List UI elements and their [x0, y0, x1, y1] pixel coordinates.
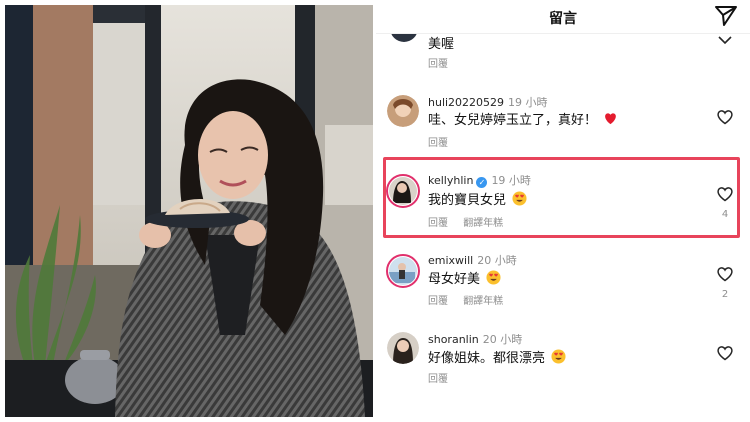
comment-text: 好像姐妹。都很漂亮 [428, 351, 546, 366]
heart-icon[interactable] [716, 345, 734, 361]
comments-panel: 留言 美喔 回覆 huli20220529 19 小時 哇、女兒婷婷玉立了，真好… [376, 0, 750, 422]
comment-username[interactable]: shoranlin [428, 333, 479, 346]
page-title: 留言 [549, 11, 577, 27]
heart-eyes-emoji [512, 191, 527, 206]
reply-button[interactable]: 回覆 [428, 296, 448, 307]
avatar[interactable] [387, 332, 419, 364]
comment-text: 我的寶貝女兒 [428, 193, 507, 208]
reply-button[interactable]: 回覆 [428, 374, 448, 385]
avatar[interactable] [386, 174, 420, 208]
reply-button[interactable]: 回覆 [428, 59, 448, 70]
chevron-down-icon[interactable] [716, 32, 734, 48]
reply-button[interactable]: 回覆 [428, 218, 448, 229]
comment-time: 19 小時 [508, 96, 548, 109]
comment-time: 20 小時 [477, 254, 517, 267]
comment-text: 哇、女兒婷婷玉立了，真好！ [428, 113, 598, 128]
comment-time: 19 小時 [491, 174, 531, 187]
comment-username[interactable]: kellyhlin [428, 174, 473, 187]
post-photo [5, 5, 373, 417]
comments-header: 留言 [376, 0, 750, 34]
like-count: 2 [721, 289, 729, 300]
comment-username[interactable]: emixwill [428, 254, 473, 267]
heart-icon[interactable] [716, 186, 734, 202]
translate-button[interactable]: 翻譯年糕 [463, 296, 503, 307]
like-count: 4 [721, 209, 729, 220]
send-icon[interactable] [714, 5, 738, 27]
comment-username[interactable]: huli20220529 [428, 96, 504, 109]
red-heart-icon [603, 111, 618, 126]
reply-button[interactable]: 回覆 [428, 138, 448, 149]
comment-text: 美喔 [428, 37, 455, 52]
heart-eyes-emoji [486, 270, 501, 285]
heart-icon[interactable] [716, 266, 734, 282]
comment-time: 20 小時 [482, 333, 523, 346]
comment-text: 母女好美 [428, 272, 481, 287]
heart-eyes-emoji [551, 349, 566, 364]
verified-badge-icon: ✓ [476, 177, 488, 188]
avatar[interactable] [386, 254, 420, 288]
heart-icon[interactable] [716, 109, 734, 125]
avatar[interactable] [387, 95, 419, 127]
translate-button[interactable]: 翻譯年糕 [463, 218, 503, 229]
